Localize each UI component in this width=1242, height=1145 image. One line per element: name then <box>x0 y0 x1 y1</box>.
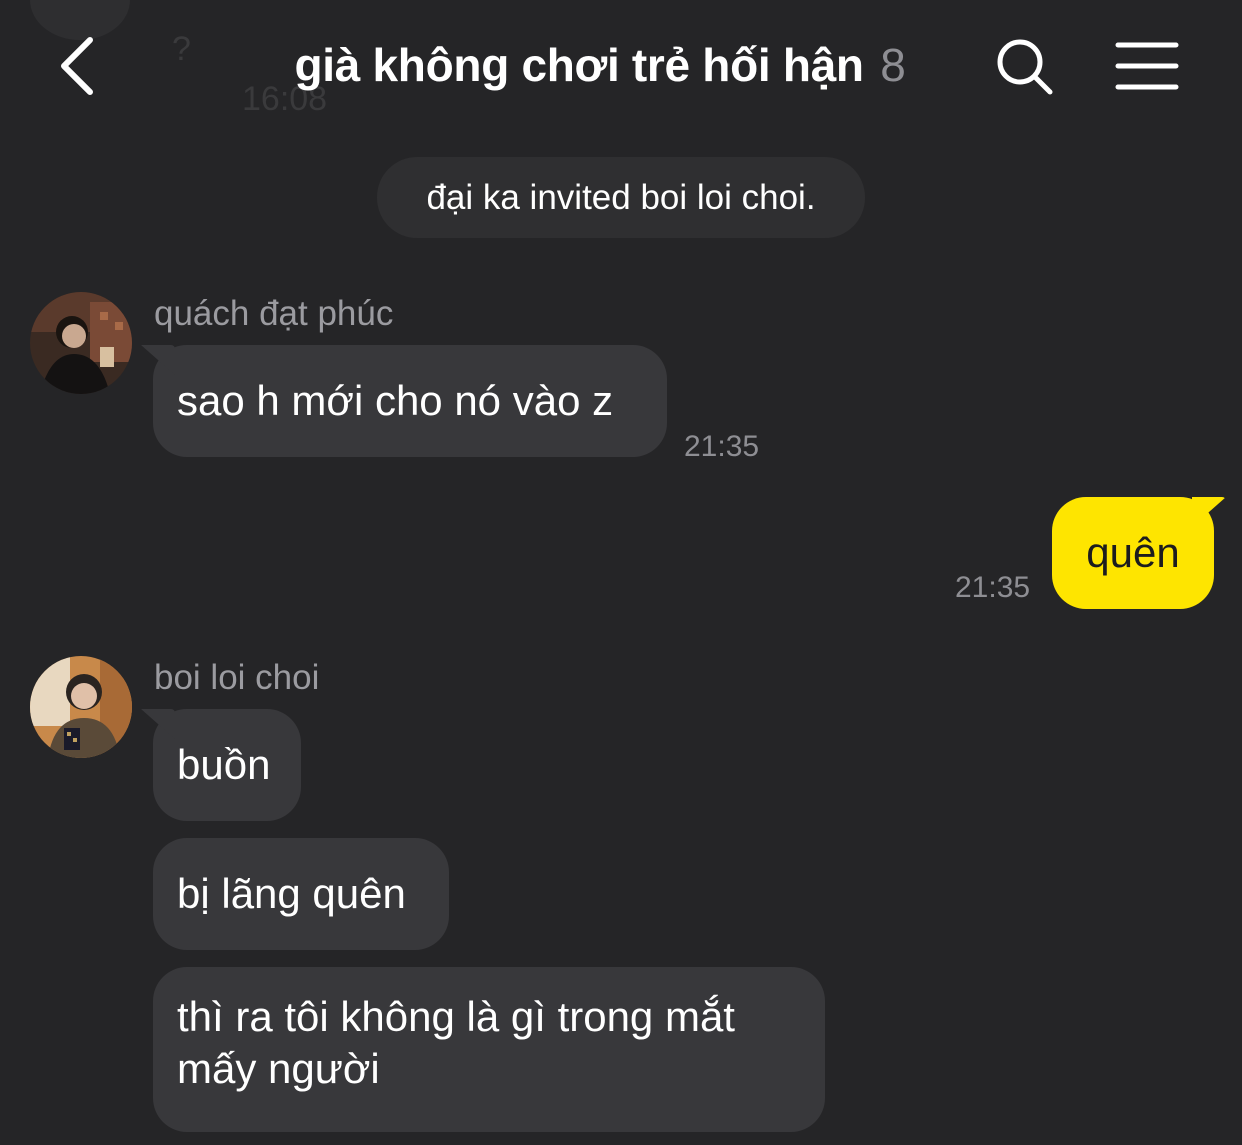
avatar-boi-loi-choi[interactable] <box>30 656 132 758</box>
chat-name: già không chơi trẻ hối hận <box>294 39 864 91</box>
hamburger-menu-icon <box>1115 42 1179 90</box>
search-icon <box>997 39 1053 95</box>
avatar-quach-dat-phuc[interactable] <box>30 292 132 394</box>
message-timestamp: 21:35 <box>955 571 1031 604</box>
sender-name: boi loi choi <box>154 658 320 697</box>
avatar-photo-icon <box>30 656 132 758</box>
menu-button[interactable] <box>1110 36 1182 96</box>
message-bubble[interactable]: thì ra tôi không là gì trong mắt mấy ngư… <box>153 967 825 1132</box>
message-timestamp: 21:35 <box>684 430 760 463</box>
chat-title[interactable]: già không chơi trẻ hối hận 8 <box>180 38 1020 92</box>
sender-name: quách đạt phúc <box>154 294 394 333</box>
message-bubble[interactable]: sao h mới cho nó vào z <box>153 345 667 457</box>
message-bubble[interactable]: buồn <box>153 709 301 821</box>
message-bubble[interactable]: bị lãng quên <box>153 838 449 950</box>
chat-header: ? 16:08 già không chơi trẻ hối hận 8 <box>0 0 1242 140</box>
system-invite-notice: đại ka invited boi loi choi. <box>377 157 865 238</box>
message-line: thì ra tôi không là gì trong mắt <box>177 993 735 1040</box>
search-button[interactable] <box>990 34 1060 100</box>
member-count: 8 <box>880 39 906 91</box>
my-message-bubble[interactable]: quên <box>1052 497 1214 609</box>
avatar-photo-icon <box>30 292 132 394</box>
back-button[interactable] <box>50 30 110 102</box>
chevron-left-icon <box>61 37 93 95</box>
message-line: mấy người <box>177 1045 380 1092</box>
